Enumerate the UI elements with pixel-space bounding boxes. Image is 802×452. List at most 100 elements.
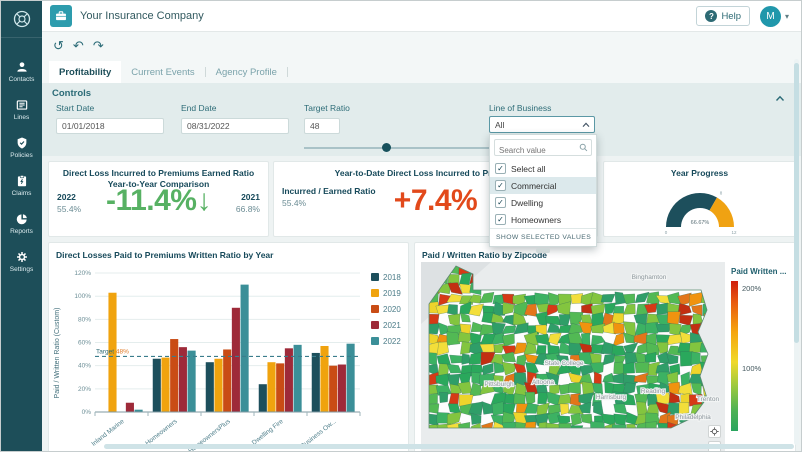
checkbox-checked-icon[interactable]: ✓	[495, 180, 506, 191]
tab-profitability[interactable]: Profitability	[49, 61, 121, 83]
vertical-scrollbar[interactable]	[794, 59, 799, 445]
map-legend-mid: 100%	[742, 364, 761, 373]
redo-icon[interactable]: ↷	[93, 38, 104, 54]
lob-option-commercial[interactable]: ✓Commercial	[490, 177, 596, 194]
bar-2018-Dwelling Fire[interactable]	[259, 384, 267, 412]
popup-search	[494, 139, 592, 156]
bar-2021-HomeownersPlus[interactable]	[232, 308, 240, 412]
zipcode-region[interactable]	[656, 324, 671, 332]
zipcode-region[interactable]	[439, 392, 448, 403]
bar-2020-Dwelling Fire[interactable]	[276, 363, 284, 412]
bar-2021-Business Ow...[interactable]	[338, 365, 346, 412]
start-date-input[interactable]	[56, 118, 164, 134]
legend-label: 2018	[383, 273, 401, 282]
zipcode-region[interactable]	[691, 352, 701, 365]
bar-2020-HomeownersPlus[interactable]	[223, 349, 231, 412]
collapse-chevron-icon[interactable]	[775, 89, 785, 107]
bar-2022-Dwelling Fire[interactable]	[294, 345, 302, 412]
zipcode-region[interactable]	[538, 392, 549, 403]
bar-2022-Homeowners[interactable]	[188, 351, 196, 412]
user-avatar[interactable]: M	[760, 6, 781, 27]
search-input[interactable]	[495, 143, 591, 158]
lob-option-dwelling[interactable]: ✓Dwelling	[490, 194, 596, 211]
zipcode-region[interactable]	[536, 346, 546, 355]
zipcode-region[interactable]	[679, 402, 689, 414]
zipcode-region[interactable]	[635, 362, 650, 373]
sidebar-item-settings[interactable]: Settings	[1, 242, 42, 280]
checkbox-checked-icon[interactable]: ✓	[495, 163, 506, 174]
zipcode-region[interactable]	[613, 323, 624, 334]
vertical-scrollbar-thumb[interactable]	[794, 63, 799, 343]
gauge-min-label: 0	[664, 230, 667, 235]
legend-item-2021[interactable]: 2021	[371, 317, 401, 333]
y-tick-label: 40%	[78, 363, 91, 370]
legend-label: 2022	[383, 337, 401, 346]
sidebar-item-contacts[interactable]: Contacts	[1, 52, 42, 90]
bar-2020-Homeowners[interactable]	[170, 339, 178, 412]
legend-item-2018[interactable]: 2018	[371, 269, 401, 285]
line-of-business-select[interactable]: All	[489, 116, 595, 133]
zipcode-region[interactable]	[447, 304, 457, 315]
sidebar-item-policies[interactable]: Policies	[1, 128, 42, 166]
show-selected-values-button[interactable]: SHOW SELECTED VALUES	[490, 228, 596, 246]
company-logo[interactable]	[1, 1, 42, 38]
popup-resize-handle[interactable]	[536, 248, 550, 253]
x-tick-label: Homeowners	[144, 418, 179, 448]
bar-2022-Business Ow...[interactable]	[347, 344, 355, 412]
sidebar-item-claims[interactable]: Claims	[1, 166, 42, 204]
focus-icon	[710, 427, 719, 436]
sidebar-item-label: Policies	[10, 152, 32, 159]
undo-icon[interactable]: ↶	[73, 38, 84, 54]
map-title: Paid / Written Ratio by Zipcode	[422, 250, 547, 260]
bar-2019-Homeowners[interactable]	[161, 358, 169, 412]
lob-option-select-all[interactable]: ✓Select all	[490, 160, 596, 177]
help-button[interactable]: ? Help	[696, 6, 750, 26]
zipcode-region[interactable]	[560, 404, 569, 415]
target-ratio-input[interactable]	[304, 118, 340, 134]
popup-option-list: ✓Select all✓Commercial✓Dwelling✓Homeowne…	[490, 160, 596, 228]
legend-item-2022[interactable]: 2022	[371, 333, 401, 349]
map-legend: Paid Written ... 200% 100%	[731, 267, 793, 276]
start-date-field: Start Date	[56, 103, 164, 134]
gear-icon	[15, 250, 29, 264]
tab-current-events[interactable]: Current Events	[121, 61, 204, 83]
sidebar-item-lines[interactable]: Lines	[1, 90, 42, 128]
bar-2018-Homeowners[interactable]	[153, 359, 161, 412]
zipcode-region[interactable]	[614, 414, 627, 425]
checkbox-checked-icon[interactable]: ✓	[495, 197, 506, 208]
zipcode-region[interactable]	[667, 312, 680, 326]
map-legend-max: 200%	[742, 284, 761, 293]
zipcode-region[interactable]	[568, 382, 581, 393]
bar-2021-Dwelling Fire[interactable]	[285, 348, 293, 412]
zipcode-region[interactable]	[450, 355, 463, 363]
sidebar-item-reports[interactable]: Reports	[1, 204, 42, 242]
legend-item-2020[interactable]: 2020	[371, 301, 401, 317]
end-date-input[interactable]	[181, 118, 289, 134]
checkbox-checked-icon[interactable]: ✓	[495, 214, 506, 225]
lob-option-homeowners[interactable]: ✓Homeowners	[490, 211, 596, 228]
bar-2018-HomeownersPlus[interactable]	[206, 362, 214, 412]
bar-2018-Business Ow...[interactable]	[312, 353, 320, 412]
legend-item-2019[interactable]: 2019	[371, 285, 401, 301]
bar-2022-HomeownersPlus[interactable]	[241, 285, 249, 412]
map-home-button[interactable]	[708, 425, 721, 438]
tab-agency-profile[interactable]: Agency Profile	[206, 61, 287, 83]
shield-icon	[15, 136, 29, 150]
horizontal-scrollbar[interactable]	[104, 444, 794, 449]
bar-2019-Dwelling Fire[interactable]	[267, 362, 275, 412]
zipcode-region[interactable]	[623, 362, 634, 373]
slider-handle[interactable]	[382, 143, 391, 152]
zipcode-region[interactable]	[558, 394, 572, 405]
bar-2021-Inland Marine[interactable]	[126, 403, 134, 412]
avatar-caret-icon[interactable]: ▾	[785, 12, 789, 21]
reset-icon[interactable]: ↺	[53, 38, 64, 54]
city-label-binghamton: Binghamton	[632, 274, 667, 281]
bar-2020-Business Ow...[interactable]	[329, 366, 337, 412]
bar-2019-HomeownersPlus[interactable]	[214, 359, 222, 412]
zipcode-region[interactable]	[469, 352, 482, 364]
bar-chart-title: Direct Losses Paid to Premiums Written R…	[56, 250, 273, 260]
zipcode-region[interactable]	[447, 332, 460, 346]
sidebar-item-label: Settings	[10, 266, 34, 273]
clipboard-icon	[15, 174, 29, 188]
zipcode-map[interactable]: BinghamtonPittsburghAltoonaState College…	[421, 262, 725, 451]
